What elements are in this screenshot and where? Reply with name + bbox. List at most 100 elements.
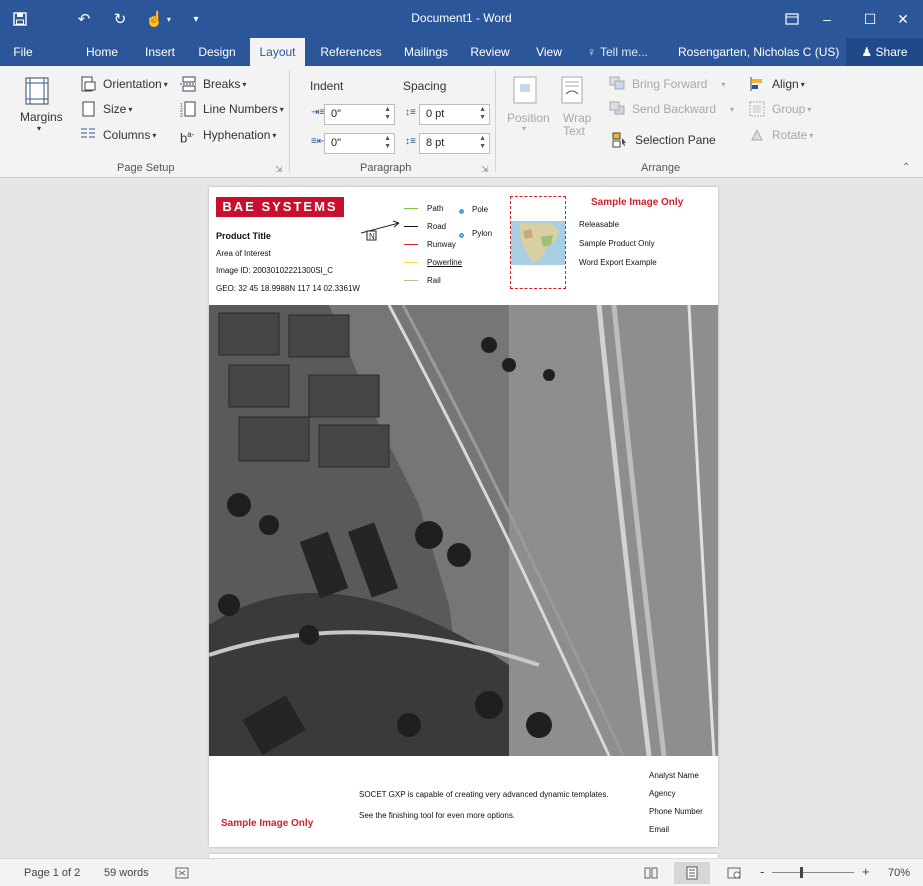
margins-icon[interactable] <box>22 74 58 108</box>
proofing-icon[interactable] <box>175 867 189 882</box>
position-dropdown-icon[interactable]: ▾ <box>522 124 526 133</box>
orientation-button[interactable]: Orientation ▾ <box>80 76 168 92</box>
legend-path: Path <box>427 204 444 213</box>
selection-pane-label: Selection Pane <box>635 133 716 147</box>
share-label: Share <box>875 45 908 59</box>
selection-pane-button[interactable]: Selection Pane <box>612 132 716 148</box>
arrange-group-label: Arrange <box>641 162 681 174</box>
tab-insert[interactable]: Insert <box>139 38 181 66</box>
zoom-out-button[interactable]: - <box>760 864 764 879</box>
print-layout-icon[interactable] <box>674 862 710 884</box>
bring-forward-button[interactable]: Bring Forward ▾ <box>609 76 725 92</box>
close-button[interactable]: ✕ <box>883 6 923 32</box>
legend-road: Road <box>427 222 447 231</box>
hyphenation-label: Hyphenation <box>203 128 271 142</box>
hyphenation-button[interactable]: ba- Hyphenation ▾ <box>180 127 276 145</box>
breaks-icon <box>180 76 198 92</box>
read-mode-icon[interactable] <box>644 867 658 882</box>
line-numbers-button[interactable]: 123 Line Numbers ▾ <box>180 101 284 119</box>
rotate-icon <box>749 127 767 143</box>
legend-runway-swatch <box>404 244 418 245</box>
legend-road-swatch <box>404 226 418 227</box>
image-id: Image ID: 20030102221300SI_C <box>216 266 333 275</box>
tab-home[interactable]: Home <box>80 38 124 66</box>
zoom-in-button[interactable]: + <box>862 864 870 879</box>
zoom-slider[interactable] <box>772 872 854 873</box>
collapse-ribbon-icon[interactable]: ⌃ <box>902 162 910 173</box>
indent-right-field[interactable]: 0" ▲ ▼ <box>324 133 395 154</box>
wrap-text-icon[interactable] <box>560 76 586 104</box>
group-button[interactable]: Group ▾ <box>749 101 811 117</box>
margins-dropdown-icon[interactable]: ▾ <box>37 124 41 133</box>
tab-design[interactable]: Design <box>193 38 241 66</box>
page-size-icon <box>80 101 98 117</box>
rotate-label: Rotate <box>772 128 808 142</box>
zoom-level[interactable]: 70% <box>888 867 910 879</box>
ribbon-separator <box>495 70 496 172</box>
area-of-interest: Area of Interest <box>216 249 271 258</box>
rotate-button[interactable]: Rotate ▾ <box>749 127 813 143</box>
page-setup-group-label: Page Setup <box>117 162 175 174</box>
email: Email <box>649 825 670 834</box>
word-count[interactable]: 59 words <box>104 867 149 879</box>
tell-me-box[interactable]: ♀ Tell me... <box>587 38 648 66</box>
overview-map-thumbnail <box>510 196 566 289</box>
tab-mailings[interactable]: Mailings <box>396 38 456 66</box>
align-button[interactable]: Align ▾ <box>749 76 805 92</box>
legend-pole: Pole <box>472 205 489 214</box>
svg-text:N: N <box>369 232 375 241</box>
send-backward-label: Send Backward <box>632 102 717 116</box>
position-icon[interactable] <box>512 76 538 104</box>
product-title: Product Title <box>216 231 271 241</box>
indent-left-field[interactable]: 0" ▲ ▼ <box>324 104 395 125</box>
size-button[interactable]: Size ▾ <box>80 101 132 117</box>
analyst-name: Analyst Name <box>649 771 699 780</box>
legend-path-swatch <box>404 208 418 209</box>
columns-label: Columns <box>103 128 151 142</box>
document-area: BAE SYSTEMS Product Title Area of Intere… <box>0 179 923 858</box>
legend-powerline: Powerline <box>427 258 463 267</box>
spacing-before-field[interactable]: 0 pt ▲ ▼ <box>419 104 490 125</box>
tab-references[interactable]: References <box>316 38 386 66</box>
tab-file[interactable]: File <box>0 38 46 66</box>
spacing-after-field[interactable]: 8 pt ▲ ▼ <box>419 133 490 154</box>
document-page[interactable]: BAE SYSTEMS Product Title Area of Intere… <box>209 187 718 847</box>
zoom-slider-handle[interactable] <box>800 867 803 878</box>
wrap-text-label-1[interactable]: Wrap <box>563 111 591 125</box>
margins-button[interactable]: Margins <box>20 110 63 124</box>
spinner-arrows-icon[interactable]: ▲ ▼ <box>384 135 391 151</box>
spacing-after-icon: ↕≡ <box>405 136 416 147</box>
ribbon-display-options-icon[interactable] <box>772 6 812 32</box>
send-backward-button[interactable]: Send Backward ▾ <box>609 101 734 117</box>
sample-image-title: Sample Image Only <box>591 197 684 208</box>
tab-layout[interactable]: Layout <box>250 38 305 66</box>
paragraph-launcher-icon[interactable]: ⇲ <box>481 164 489 175</box>
tab-review[interactable]: Review <box>465 38 515 66</box>
legend-pole-dot <box>459 209 464 214</box>
legend-rail-swatch <box>404 280 418 281</box>
tab-view[interactable]: View <box>528 38 570 66</box>
spinner-arrows-icon[interactable]: ▲ ▼ <box>384 106 391 122</box>
columns-button[interactable]: Columns ▾ <box>80 127 156 143</box>
spacing-after-value: 8 pt <box>426 137 445 149</box>
group-label: Group <box>772 102 806 116</box>
ribbon-separator <box>289 70 290 172</box>
share-button[interactable]: ♟ Share <box>846 38 923 66</box>
selection-pane-icon <box>612 132 630 148</box>
position-button[interactable]: Position <box>507 111 550 125</box>
releasable-label: Releasable <box>579 220 620 229</box>
breaks-button[interactable]: Breaks ▾ <box>180 76 246 92</box>
page-setup-launcher-icon[interactable]: ⇲ <box>275 164 283 175</box>
footer-line-1: SOCET GXP is capable of creating very ad… <box>359 790 609 799</box>
spinner-arrows-icon[interactable]: ▲ ▼ <box>479 135 486 151</box>
web-layout-icon[interactable] <box>727 867 741 882</box>
ribbon: Margins ▾ Orientation ▾ Size ▾ Columns ▾ Br… <box>0 66 923 178</box>
spinner-arrows-icon[interactable]: ▲ ▼ <box>479 106 486 122</box>
spacing-before-value: 0 pt <box>426 108 445 120</box>
page-count[interactable]: Page 1 of 2 <box>24 867 80 879</box>
user-account[interactable]: Rosengarten, Nicholas C (US) <box>678 38 839 66</box>
line-numbers-label: Line Numbers <box>203 102 278 116</box>
align-icon <box>749 76 767 92</box>
wrap-text-label-2[interactable]: Text <box>563 124 585 138</box>
minimize-button[interactable]: – <box>807 6 847 32</box>
